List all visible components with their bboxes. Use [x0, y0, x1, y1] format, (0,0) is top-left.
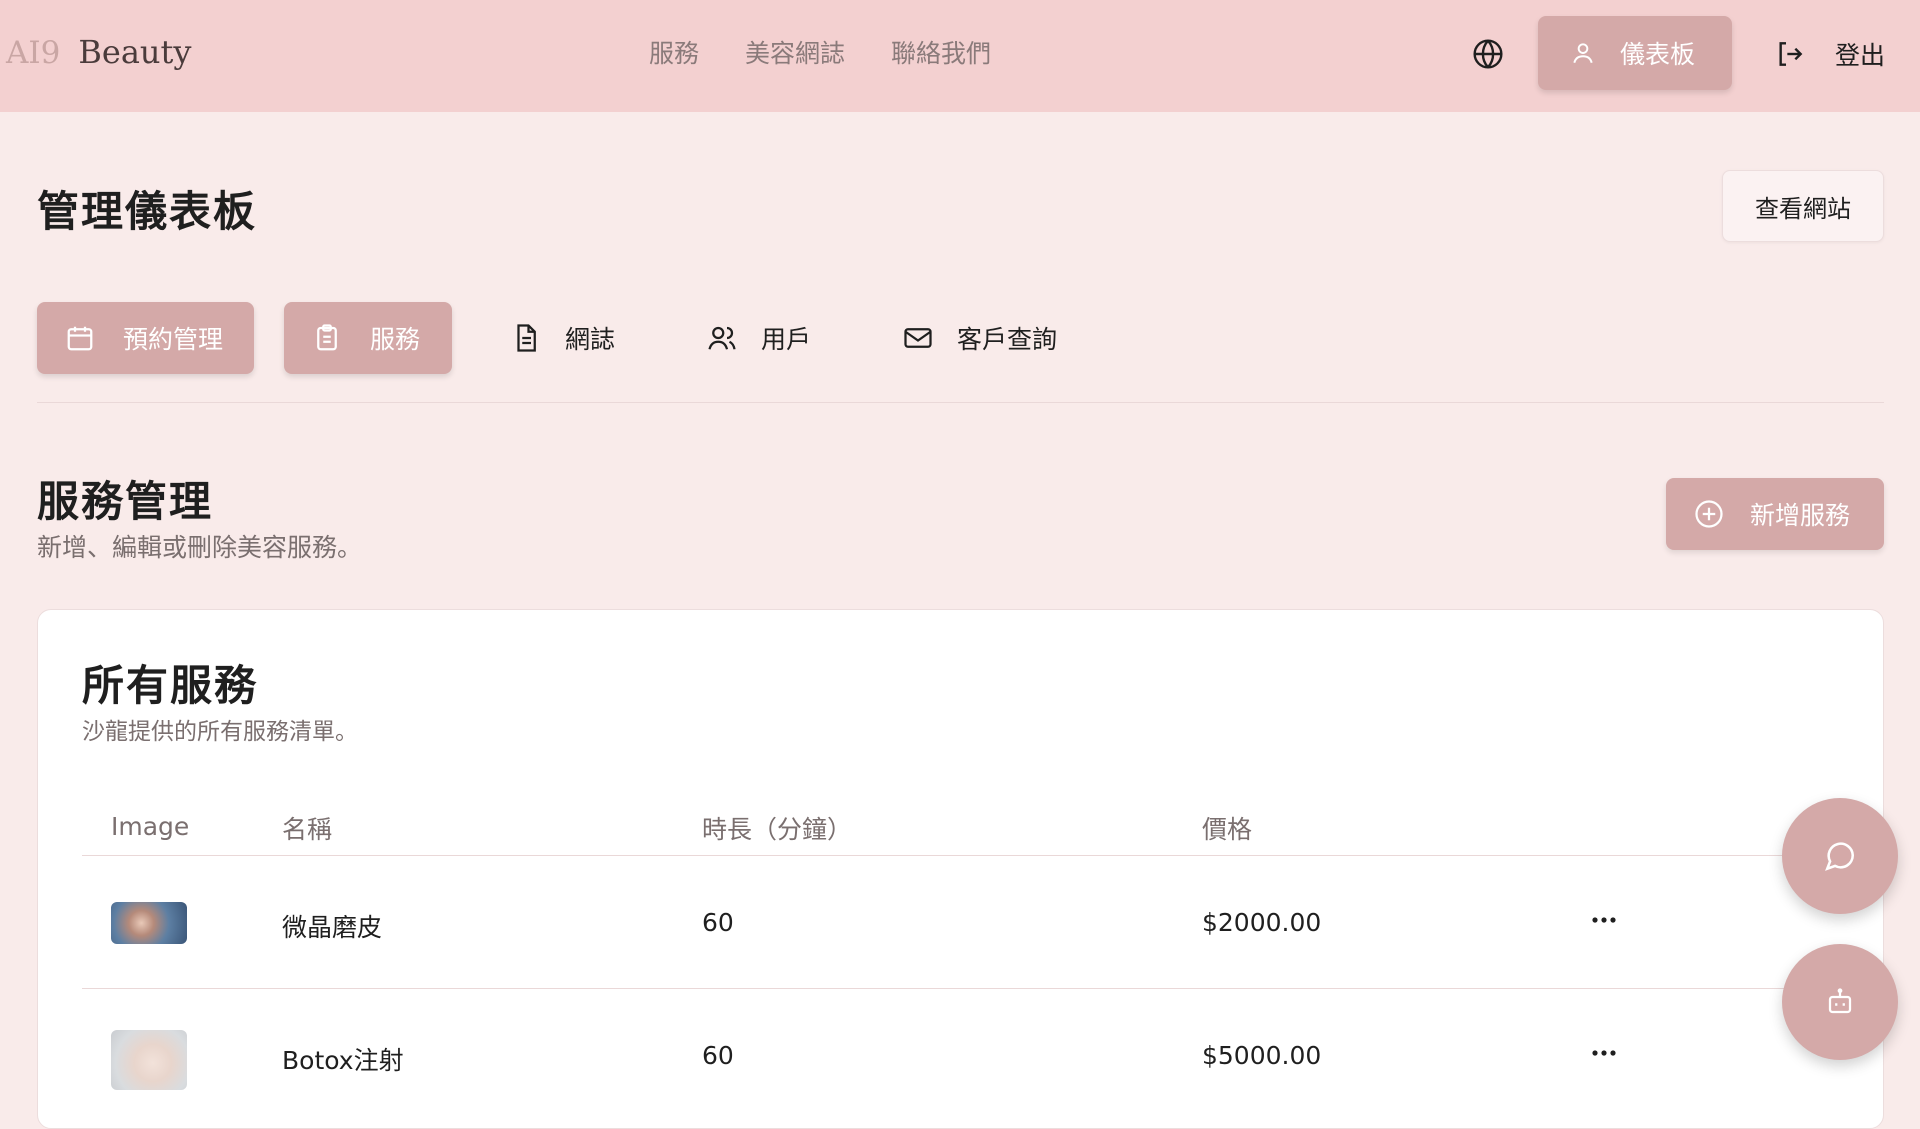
main-nav: 服務 美容網誌 聯絡我們 [649, 34, 991, 70]
column-header-name: 名稱 [282, 815, 333, 844]
tab-label: 預約管理 [123, 325, 224, 354]
logo-mark: AI9 [6, 35, 61, 71]
service-duration: 60 [702, 1041, 734, 1070]
service-thumbnail [111, 1030, 187, 1090]
logo-text: Beauty [78, 33, 192, 71]
view-site-button[interactable]: 查看網站 [1722, 170, 1884, 242]
chat-bubble-icon [1825, 842, 1855, 871]
chat-button[interactable] [1782, 798, 1898, 914]
card-title: 所有服務 [82, 661, 259, 710]
user-icon [1573, 43, 1593, 64]
service-name: Botox注射 [282, 1046, 404, 1075]
tab-label: 用戶 [761, 325, 812, 354]
card-subtitle: 沙龍提供的所有服務清單。 [82, 719, 358, 745]
document-icon [517, 324, 536, 352]
dashboard-button[interactable]: 儀表板 [1538, 16, 1732, 90]
section-subtitle: 新增、編輯或刪除美容服務。 [37, 533, 363, 562]
users-icon [708, 326, 736, 350]
clipboard-icon [317, 324, 337, 351]
plus-circle-icon [1695, 500, 1723, 528]
calendar-icon [67, 326, 93, 351]
add-service-label: 新增服務 [1750, 501, 1851, 530]
tab-label: 客戶查詢 [957, 325, 1058, 354]
service-duration: 60 [702, 908, 734, 937]
nav-link-contact[interactable]: 聯絡我們 [891, 34, 991, 70]
table-row[interactable]: Botox注射 60 $5000.00 [82, 989, 1866, 1122]
column-header-image: Image [111, 812, 190, 841]
more-actions-icon[interactable] [1586, 902, 1622, 938]
tab-services[interactable]: 服務 [284, 302, 452, 374]
logout-icon[interactable] [1774, 38, 1806, 70]
top-navbar: AI9 Beauty 服務 美容網誌 聯絡我們 儀表板 登出 [0, 0, 1920, 112]
tab-label: 服務 [370, 325, 421, 354]
service-price: $5000.00 [1202, 1041, 1322, 1070]
tab-inquiries[interactable]: 客戶查詢 [903, 302, 1103, 374]
dashboard-label: 儀表板 [1620, 40, 1696, 69]
add-service-button[interactable]: 新增服務 [1666, 478, 1884, 550]
service-name: 微晶磨皮 [282, 913, 383, 942]
table-row[interactable]: 微晶磨皮 60 $2000.00 [82, 856, 1866, 989]
mail-icon [904, 328, 932, 348]
divider [37, 402, 1884, 403]
tab-users[interactable]: 用戶 [707, 302, 857, 374]
bot-icon [1828, 988, 1852, 1014]
globe-icon[interactable] [1472, 38, 1504, 70]
ai-assistant-button[interactable] [1782, 944, 1898, 1060]
column-header-price: 價格 [1202, 815, 1253, 844]
more-actions-icon[interactable] [1586, 1035, 1622, 1071]
page-title: 管理儀表板 [37, 187, 258, 236]
services-card: 所有服務 沙龍提供的所有服務清單。 Image 名稱 時長（分鐘） 價格 微晶磨… [37, 609, 1884, 1129]
service-thumbnail [111, 902, 187, 944]
tab-appointments[interactable]: 預約管理 [37, 302, 254, 374]
section-title: 服務管理 [37, 477, 214, 526]
service-price: $2000.00 [1202, 908, 1322, 937]
nav-link-blog[interactable]: 美容網誌 [745, 34, 845, 70]
tab-label: 網誌 [565, 325, 616, 354]
tab-blog[interactable]: 網誌 [511, 302, 661, 374]
logo[interactable]: AI9 Beauty [6, 33, 191, 77]
column-header-duration: 時長（分鐘） [702, 815, 853, 844]
logout-link[interactable]: 登出 [1835, 36, 1885, 72]
nav-link-services[interactable]: 服務 [649, 34, 699, 70]
